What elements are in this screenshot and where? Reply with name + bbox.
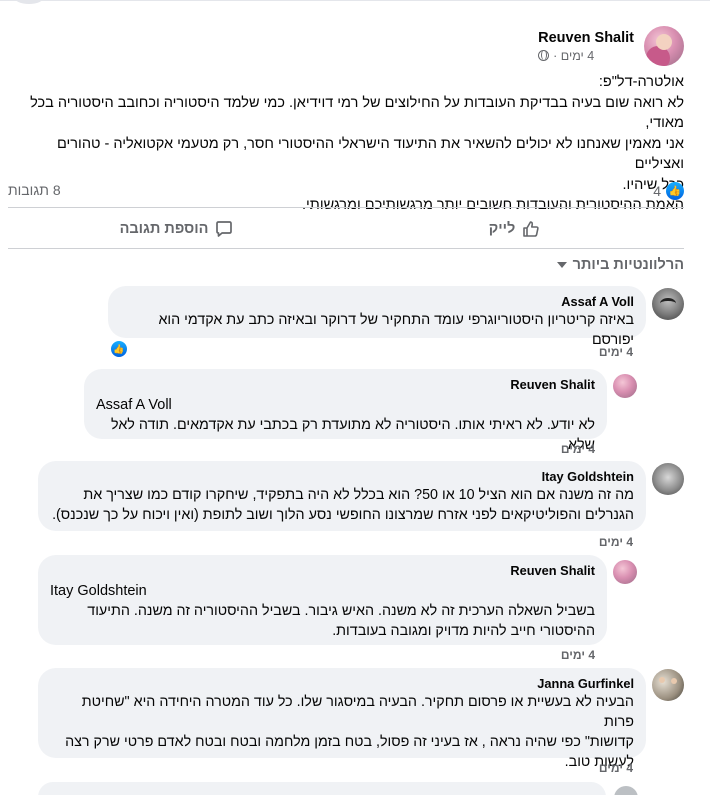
comment-time[interactable]: 4 ימים [599,761,633,775]
reaction-count: 4 [653,183,661,199]
like-reaction-icon: 👍 [666,182,684,200]
comment-bubble: Itay Goldshtein מה זה משנה אם הוא הציל 1… [38,461,646,531]
author-name[interactable]: Reuven Shalit [538,30,634,46]
comment-text-line: הגנרלים והפוליטיקאים לפני אזרח שמרצונו ה… [52,507,634,523]
comment-text: באיזה קריטריון היסטוריוגרפי עומד התחקיר … [158,312,634,348]
commenter-name[interactable]: Itay Goldshtein [50,468,634,485]
mention-link[interactable]: Assaf A Voll [96,395,595,415]
reaction-summary[interactable]: 👍 4 [653,182,684,200]
commenter-avatar[interactable] [613,374,637,398]
comment-time[interactable]: 4 ימים [599,345,633,359]
reply-bubble: Reuven Shalit Itay Goldshtein בשביל השאל… [38,555,607,645]
action-bar: הוספת תגובה לייק [8,212,684,246]
comment-bubble: Janna Gurfinkel הבעיה לא בעשיית או פרסום… [38,668,646,770]
comment-like-icon[interactable]: 👍 [109,339,129,359]
top-divider [0,0,710,1]
commenter-avatar[interactable] [652,463,684,495]
post-header: Reuven Shalit 4 ימים · [538,26,684,66]
author-avatar[interactable] [644,26,684,66]
post-meta: 4 ימים · [538,49,634,63]
comment-bubble: Assaf A Voll באיזה קריטריון היסטוריוגרפי… [108,286,646,348]
commenter-name[interactable]: Janna Gurfinkel [50,675,634,692]
commenter-avatar[interactable] [652,288,684,320]
like-button[interactable]: לייק [346,212,684,246]
comment-text-line: הבעיה לא בעשיית או פרסום תחקיר. הבעיה במ… [81,694,634,730]
post-line: אולטרה-דל"פ: [598,74,684,90]
commenter-avatar[interactable] [652,669,684,701]
post-line: לא רואה שום בעיה בבדיקת העובדות על החילו… [30,94,684,132]
reply-bubble: Reuven Shalit Assaf A Voll לא יודע. לא ר… [84,369,607,453]
commenter-avatar[interactable] [613,560,637,584]
comment-text: לא יודע. לא ראיתי אותו. היסטוריה לא מתוע… [111,417,595,453]
comment-text-line: מה זה משנה אם הוא הציל 10 או 50? הוא בכל… [83,487,634,503]
comment-text-line: בשביל השאלה הערכית זה לא משנה. האיש גיבו… [87,603,595,619]
commenter-name[interactable]: Reuven Shalit [50,562,595,579]
comment-bubble-icon [216,221,233,237]
comment-button[interactable]: הוספת תגובה [8,212,346,246]
comment-label: הוספת תגובה [119,221,209,237]
reactions-row: 👍 4 8 תגובות [8,182,684,202]
comment-time[interactable]: 4 ימים [599,535,633,549]
comment-text-line: לעשות טוב. [564,754,634,770]
commenter-name[interactable]: Assaf A Voll [120,293,634,310]
commenter-avatar[interactable] [614,786,638,795]
thumbs-up-icon [523,221,539,237]
caret-down-icon [556,262,567,268]
commenter-name[interactable]: Reuven Shalit [96,376,595,393]
divider [8,248,684,249]
comment-text-line: ההיסטורי חייב להיות מדויק ומגובה בעובדות… [332,623,595,639]
previous-post-edge [14,0,44,4]
comments-count[interactable]: 8 תגובות [8,182,61,198]
comment-time[interactable]: 4 ימים [561,648,595,662]
divider [8,207,684,208]
globe-icon [538,50,550,61]
post-line: אני מאמין שאנחנו לא יכולים להשאיר את התי… [57,135,684,173]
comment-text-line: קדושות" כפי שהיה נראה , אז בעיני זה פסול… [65,734,634,750]
sort-label: הרלוונטיות ביותר [572,257,684,273]
comment-sort-dropdown[interactable]: הרלוונטיות ביותר [556,257,684,273]
post-time[interactable]: 4 ימים · [553,49,594,63]
next-reply-bubble [38,782,606,795]
comment-time[interactable]: 4 ימים [561,442,595,456]
mention-link[interactable]: Itay Goldshtein [50,581,595,601]
like-label: לייק [488,221,516,237]
author-block: Reuven Shalit 4 ימים · [538,30,634,63]
